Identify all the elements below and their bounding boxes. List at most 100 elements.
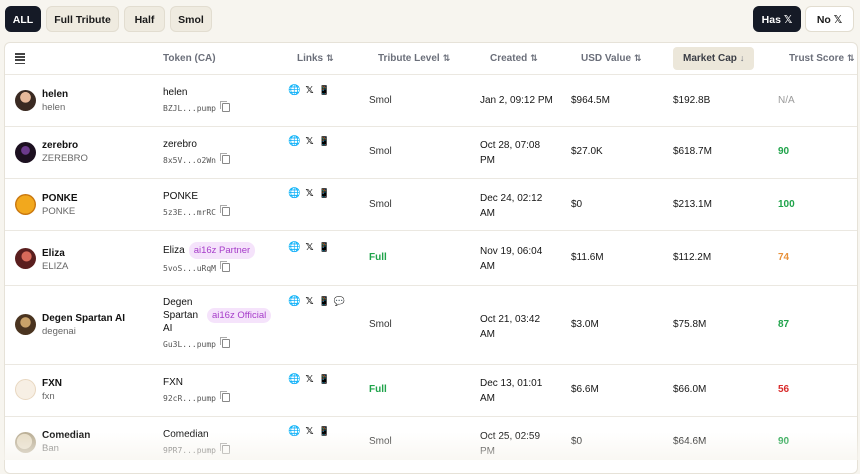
x-icon[interactable]: 𝕏 bbox=[302, 136, 317, 147]
agent-ticker: ELIZA bbox=[42, 261, 69, 272]
trust-score: 87 bbox=[778, 319, 790, 330]
agent-ticker: PONKE bbox=[42, 206, 76, 217]
has-x-button[interactable]: Has 𝕏 bbox=[753, 6, 801, 32]
trust-score: N/A bbox=[778, 95, 795, 106]
globe-icon[interactable]: 🌐 bbox=[287, 426, 302, 437]
header-trust-score[interactable]: Trust Score ⇅ bbox=[789, 43, 855, 74]
copy-icon[interactable] bbox=[219, 443, 230, 454]
token-name: FXN bbox=[163, 377, 183, 388]
copy-icon[interactable] bbox=[219, 261, 230, 272]
globe-icon[interactable]: 🌐 bbox=[287, 188, 302, 199]
table-row[interactable]: Comedian Ban Comedian 9PR7...pump 🌐 𝕏 📱 Smol… bbox=[5, 416, 857, 473]
globe-icon[interactable]: 🌐 bbox=[287, 374, 302, 385]
phone-icon[interactable]: 📱 bbox=[317, 85, 332, 96]
copy-icon[interactable] bbox=[219, 153, 230, 164]
filter-smol-button[interactable]: Smol bbox=[170, 6, 212, 32]
filter-full-tribute-button[interactable]: Full Tribute bbox=[46, 6, 119, 32]
agent-ticker: ZEREBRO bbox=[42, 153, 88, 164]
created-date: Oct 25, 02:59 PM bbox=[480, 431, 541, 457]
phone-icon[interactable]: 📱 bbox=[317, 242, 332, 253]
agent-ticker: fxn bbox=[42, 391, 55, 402]
filter-all-button[interactable]: ALL bbox=[5, 6, 41, 32]
copy-icon[interactable] bbox=[219, 101, 230, 112]
x-icon[interactable]: 𝕏 bbox=[302, 85, 317, 96]
x-icon[interactable]: 𝕏 bbox=[302, 426, 317, 437]
tribute-level: Full bbox=[369, 384, 387, 395]
trust-score: 100 bbox=[778, 199, 795, 210]
agent-ticker: helen bbox=[42, 102, 66, 113]
avatar bbox=[15, 248, 36, 269]
market-cap: $192.8B bbox=[673, 95, 711, 106]
links: 🌐 𝕏 📱 💬 bbox=[287, 296, 347, 307]
phone-icon[interactable]: 📱 bbox=[317, 296, 332, 307]
header-created[interactable]: Created ⇅ bbox=[490, 43, 538, 74]
agent-name: helen bbox=[42, 89, 69, 100]
table-row[interactable]: helen helen helen BZJL...pump 🌐 𝕏 📱 Smol Jan… bbox=[5, 74, 857, 127]
header-usd-value[interactable]: USD Value ⇅ bbox=[581, 43, 642, 74]
agent-name: PONKE bbox=[42, 193, 78, 204]
created-date: Dec 24, 02:12 AM bbox=[480, 193, 543, 219]
tribute-level: Smol bbox=[369, 95, 392, 106]
links: 🌐 𝕏 📱 bbox=[287, 242, 332, 253]
table-row[interactable]: PONKE PONKE PONKE 5z3E...mrRC 🌐 𝕏 📱 Smol Dec… bbox=[5, 178, 857, 231]
phone-icon[interactable]: 📱 bbox=[317, 188, 332, 199]
x-icon[interactable]: 𝕏 bbox=[302, 374, 317, 385]
token-name: Comedian bbox=[163, 429, 209, 440]
filter-half-button[interactable]: Half bbox=[124, 6, 165, 32]
globe-icon[interactable]: 🌐 bbox=[287, 242, 302, 253]
trust-score: 56 bbox=[778, 384, 790, 395]
chat-icon[interactable]: 💬 bbox=[332, 296, 347, 307]
contract-address: 5z3E...mrRC bbox=[163, 208, 216, 217]
globe-icon[interactable]: 🌐 bbox=[287, 85, 302, 96]
filter-bar: ALL Full Tribute Half Smol Has 𝕏 No 𝕏 bbox=[0, 6, 860, 32]
table-row[interactable]: zerebro ZEREBRO zerebro 8x5V...o2Wn 🌐 𝕏 📱 Sm… bbox=[5, 126, 857, 179]
header-market-cap[interactable]: Market Cap ↓ bbox=[673, 47, 755, 70]
table-row[interactable]: FXN fxn FXN 92cR...pump 🌐 𝕏 📱 Full Dec 13, 0… bbox=[5, 364, 857, 417]
sort-icon: ⇅ bbox=[847, 53, 855, 63]
x-icon[interactable]: 𝕏 bbox=[302, 188, 317, 199]
avatar bbox=[15, 379, 36, 400]
phone-icon[interactable]: 📱 bbox=[317, 426, 332, 437]
copy-icon[interactable] bbox=[219, 205, 230, 216]
contract-address: 92cR...pump bbox=[163, 394, 216, 403]
x-icon[interactable]: 𝕏 bbox=[302, 242, 317, 253]
links: 🌐 𝕏 📱 bbox=[287, 188, 332, 199]
globe-icon[interactable]: 🌐 bbox=[287, 296, 302, 307]
sort-icon: ⇅ bbox=[530, 53, 538, 63]
usd-value: $964.5M bbox=[571, 95, 610, 106]
x-icon[interactable]: 𝕏 bbox=[302, 296, 317, 307]
links: 🌐 𝕏 📱 bbox=[287, 374, 332, 385]
usd-value: $27.0K bbox=[571, 146, 603, 157]
agent-name: Eliza bbox=[42, 248, 65, 259]
avatar bbox=[15, 432, 36, 453]
links: 🌐 𝕏 📱 bbox=[287, 136, 332, 147]
official-badge: ai16z Official bbox=[207, 308, 272, 323]
agent-name: FXN bbox=[42, 378, 62, 389]
created-date: Jan 2, 09:12 PM bbox=[480, 95, 553, 106]
no-x-button[interactable]: No 𝕏 bbox=[805, 6, 854, 32]
market-cap: $213.1M bbox=[673, 199, 712, 210]
partner-badge: ai16z Partner bbox=[188, 242, 256, 259]
market-cap: $618.7M bbox=[673, 146, 712, 157]
columns-menu-icon[interactable] bbox=[15, 53, 25, 65]
phone-icon[interactable]: 📱 bbox=[317, 136, 332, 147]
market-cap: $64.6M bbox=[673, 436, 707, 447]
sort-desc-icon: ↓ bbox=[739, 53, 745, 63]
globe-icon[interactable]: 🌐 bbox=[287, 136, 302, 147]
copy-icon[interactable] bbox=[219, 337, 230, 348]
usd-value: $0 bbox=[571, 199, 583, 210]
table-row[interactable]: Degen Spartan AI degenai Degen Spartan AI… bbox=[5, 285, 857, 365]
sort-icon: ⇅ bbox=[442, 53, 451, 63]
trust-score: 90 bbox=[778, 436, 790, 447]
table-row[interactable]: Eliza ELIZA Eliza ai16z Partner 5voS...uRqM… bbox=[5, 230, 857, 286]
header-token: Token (CA) bbox=[163, 53, 216, 64]
copy-icon[interactable] bbox=[219, 391, 230, 402]
header-links[interactable]: Links ⇅ bbox=[297, 43, 334, 74]
market-cap: $66.0M bbox=[673, 384, 707, 395]
tribute-level: Smol bbox=[369, 436, 392, 447]
trust-score: 74 bbox=[778, 252, 790, 263]
header-tribute-level[interactable]: Tribute Level ⇅ bbox=[378, 43, 450, 74]
avatar bbox=[15, 142, 36, 163]
contract-address: BZJL...pump bbox=[163, 104, 216, 113]
phone-icon[interactable]: 📱 bbox=[317, 374, 332, 385]
